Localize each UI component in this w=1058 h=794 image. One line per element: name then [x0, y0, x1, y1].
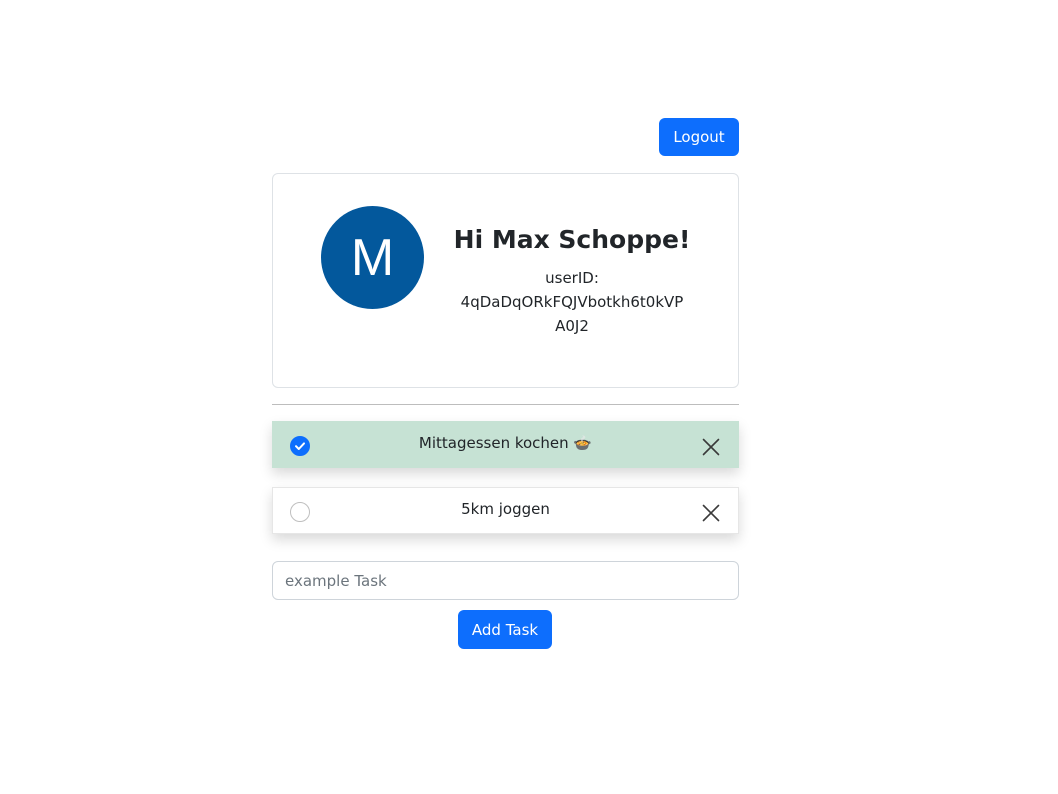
- userid-value: 4qDaDqORkFQJVbotkh6t0kVPA0J2: [460, 293, 684, 335]
- task-item-completed: Mittagessen kochen 🍲: [272, 421, 739, 468]
- close-icon[interactable]: [702, 438, 720, 456]
- checkmark-icon: [295, 442, 305, 450]
- close-icon[interactable]: [702, 504, 720, 522]
- add-task-button[interactable]: Add Task: [458, 610, 552, 649]
- logout-button[interactable]: Logout: [659, 118, 739, 156]
- task-text: Mittagessen kochen 🍲: [418, 434, 593, 452]
- task-item: 5km joggen: [272, 487, 739, 534]
- divider: [272, 404, 739, 405]
- task-checkbox-checked[interactable]: [290, 436, 310, 456]
- task-checkbox[interactable]: [290, 502, 310, 522]
- task-text: 5km joggen: [461, 500, 550, 518]
- avatar: M: [321, 206, 424, 309]
- profile-card: M Hi Max Schoppe! userID: 4qDaDqORkFQJVb…: [272, 173, 739, 388]
- greeting-title: Hi Max Schoppe!: [453, 225, 691, 254]
- userid-block: userID: 4qDaDqORkFQJVbotkh6t0kVPA0J2: [445, 266, 699, 338]
- userid-label: userID:: [545, 269, 599, 287]
- new-task-input[interactable]: [272, 561, 739, 600]
